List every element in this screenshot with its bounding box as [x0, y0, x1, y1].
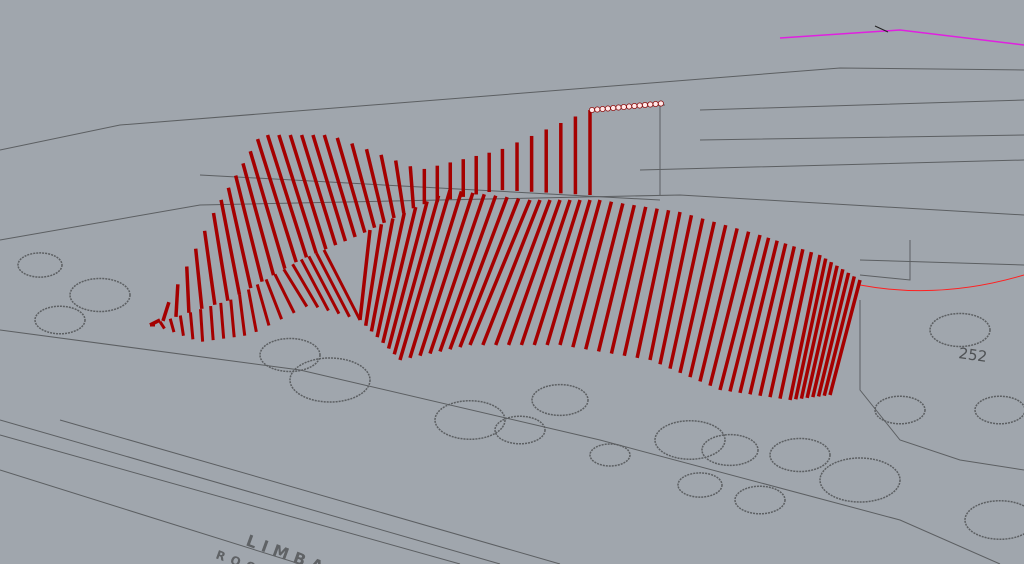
surface-rib — [393, 160, 406, 214]
surface-rib — [238, 294, 247, 336]
surface-rib — [758, 246, 796, 397]
surface-rib — [379, 154, 396, 219]
surface-rib — [158, 321, 166, 330]
surface-rib — [202, 230, 217, 305]
red-ribbed-surface[interactable] — [0, 0, 1024, 564]
surface-rib — [185, 266, 191, 313]
control-point[interactable] — [647, 101, 654, 108]
control-point[interactable] — [652, 101, 659, 107]
surface-rib — [748, 243, 788, 395]
control-point[interactable] — [604, 105, 611, 112]
surface-rib — [193, 248, 204, 309]
control-point[interactable] — [657, 100, 664, 107]
surface-rib — [226, 187, 253, 289]
surface-rib — [315, 252, 351, 318]
surface-rib — [718, 234, 762, 391]
surface-rib — [199, 309, 205, 342]
control-point[interactable] — [594, 106, 601, 113]
surface-rib — [350, 143, 377, 229]
surface-rib — [188, 312, 195, 340]
surface-rib — [255, 284, 271, 326]
surface-rib — [209, 305, 215, 341]
surface-rib — [219, 302, 226, 339]
red-curve — [859, 274, 1024, 292]
surface-rib — [229, 299, 236, 338]
surface-rib — [265, 134, 309, 258]
surface-rib — [161, 301, 171, 322]
magenta-curve — [779, 29, 1024, 46]
control-point[interactable] — [599, 106, 606, 112]
control-point[interactable] — [636, 102, 643, 109]
3d-viewport[interactable]: LIMBAR ROOM 252 — [0, 0, 1024, 564]
control-point[interactable] — [610, 105, 617, 111]
surface-rib — [246, 289, 258, 333]
surface-rib — [168, 318, 176, 333]
control-point[interactable] — [620, 104, 627, 110]
surface-rib — [174, 284, 180, 317]
surface-rib — [178, 315, 185, 336]
surface-rib — [481, 199, 542, 346]
control-point[interactable] — [589, 107, 595, 113]
control-point[interactable] — [631, 103, 638, 109]
surface-rib — [519, 199, 572, 346]
surface-rib — [728, 237, 771, 392]
control-point[interactable] — [626, 103, 633, 110]
control-point[interactable] — [615, 104, 622, 111]
surface-rib — [408, 166, 416, 209]
surface-rib — [738, 240, 779, 394]
control-point[interactable] — [642, 102, 648, 108]
